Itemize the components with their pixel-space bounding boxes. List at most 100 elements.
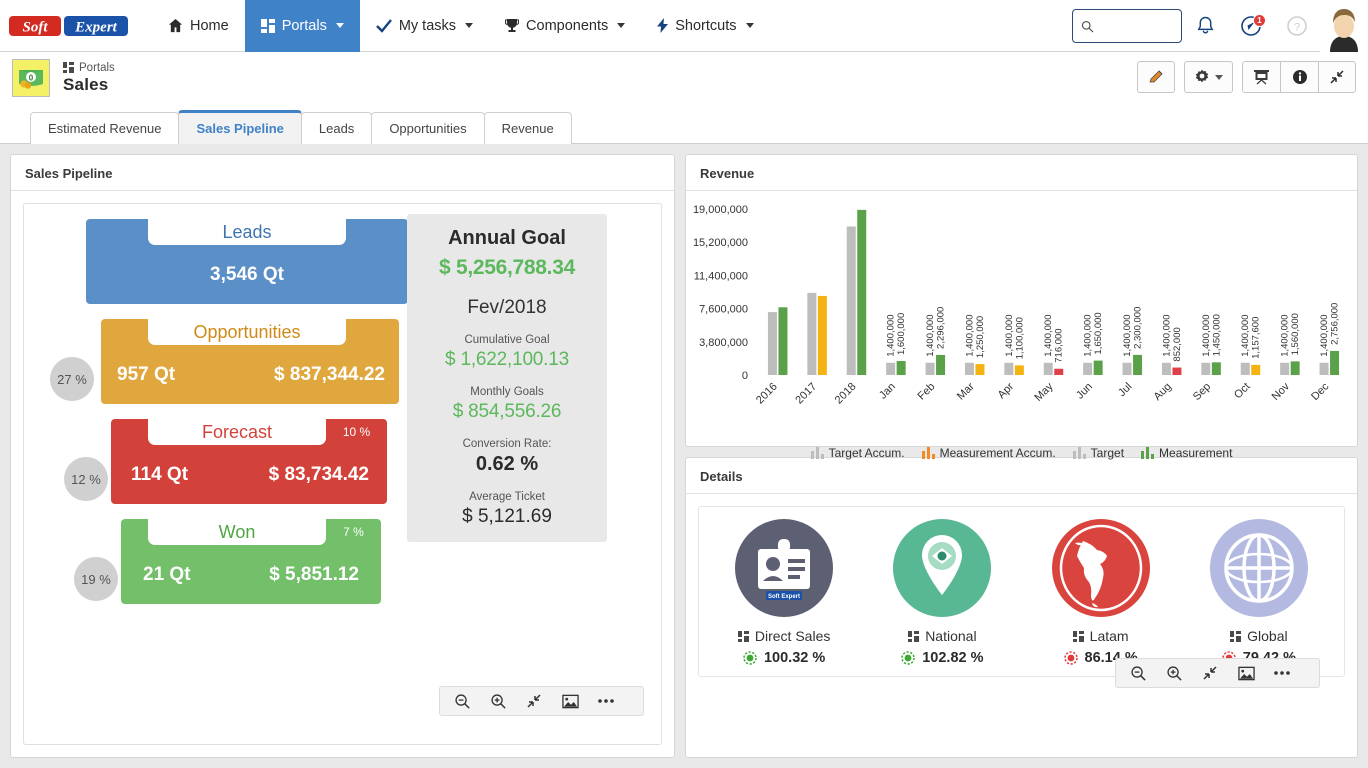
bar-group[interactable]: 1,400,0001,250,000 — [964, 315, 986, 375]
nav-item-home[interactable]: Home — [152, 0, 245, 52]
cumulative-goal-value: $ 1,622,100.13 — [413, 349, 601, 371]
info-button[interactable] — [1280, 61, 1318, 93]
y-axis-tick: 11,400,000 — [694, 270, 748, 282]
details-chart-toolbar — [1115, 658, 1320, 688]
detail-name-row: National — [863, 628, 1021, 644]
x-axis-tick: Sep — [1191, 381, 1213, 403]
funnel-stage-won[interactable]: Won 7 % 21 Qt $ 5,851.12 19 % — [24, 519, 412, 619]
notification-badge: 1 — [1253, 14, 1266, 27]
more-options-button[interactable] — [1264, 659, 1300, 687]
bar-group[interactable]: 1,400,0002,756,000 — [1319, 303, 1341, 375]
bar-label-target: 1,400,000 — [1004, 315, 1015, 357]
bars-icon — [1141, 447, 1154, 459]
id-card-icon: Soft Expert — [728, 519, 840, 617]
softexpert-logo[interactable]: Soft Expert — [8, 13, 130, 39]
zoom-in-button[interactable] — [480, 687, 516, 715]
avatar[interactable] — [1320, 0, 1368, 52]
funnel-stage-forecast[interactable]: Forecast 10 % 114 Qt $ 83,734.42 12 % — [24, 419, 412, 519]
search-input[interactable] — [1094, 19, 1173, 34]
bar-group[interactable]: 1,400,0002,296,000 — [925, 307, 947, 375]
notifications-button[interactable] — [1182, 16, 1228, 37]
collapse-chart-button[interactable] — [1192, 659, 1228, 687]
nav-item-shortcuts[interactable]: Shortcuts — [641, 0, 769, 52]
bar-group[interactable] — [768, 307, 788, 375]
bar-label-target: 1,400,000 — [1161, 315, 1172, 357]
detail-item-latam[interactable]: Latam 86.14 % — [1022, 519, 1180, 666]
image-icon — [562, 694, 579, 709]
bar-group[interactable]: 1,400,0001,157,600 — [1240, 315, 1262, 375]
bar-measurement — [1212, 362, 1221, 375]
zoom-out-button[interactable] — [1120, 659, 1156, 687]
bar-group[interactable] — [807, 293, 827, 375]
nav-item-portals[interactable]: Portals — [245, 0, 360, 52]
bar-label-target: 1,400,000 — [964, 315, 975, 357]
bar-group[interactable] — [847, 210, 867, 375]
latam-globe-icon — [1045, 519, 1157, 617]
bar-group[interactable]: 1,400,000716,000 — [1043, 315, 1065, 375]
search-box[interactable] — [1072, 9, 1182, 43]
legend-target[interactable]: Target — [1073, 446, 1124, 460]
bar-group[interactable]: 1,400,0001,100,000 — [1004, 315, 1026, 375]
stage-qty-leads: 3,546 Qt — [210, 264, 284, 286]
export-image-button[interactable] — [552, 687, 588, 715]
revenue-chart[interactable]: 03,800,0007,600,00011,400,00015,200,0001… — [686, 191, 1357, 431]
bar-label-measurement: 1,450,000 — [1211, 314, 1222, 356]
settings-button[interactable] — [1184, 61, 1233, 93]
page-header-toolbar — [1137, 61, 1356, 93]
legend-measurement-accum[interactable]: Measurement Accum. — [922, 446, 1056, 460]
bar-label-measurement: 2,756,000 — [1330, 303, 1341, 345]
bar-group[interactable]: 1,400,0001,560,000 — [1280, 313, 1302, 375]
detail-item-national[interactable]: National 102.82 % — [863, 519, 1021, 666]
nav-item-home-label: Home — [190, 18, 229, 34]
tab-opportunities[interactable]: Opportunities — [371, 112, 484, 144]
y-axis-tick: 19,000,000 — [693, 204, 748, 216]
edit-button[interactable] — [1137, 61, 1175, 93]
nav-item-components-label: Components — [526, 18, 608, 34]
detail-item-direct-sales[interactable]: Soft Expert Direct Sales 100.32 % — [705, 519, 863, 666]
stage-qty-forecast: 114 Qt — [131, 464, 188, 486]
bar-group[interactable]: 1,400,000852,000 — [1161, 315, 1183, 375]
chevron-down-icon — [1215, 75, 1223, 80]
legend-target-accum[interactable]: Target Accum. — [811, 446, 905, 460]
collapse-button[interactable] — [1318, 61, 1356, 93]
legend-measurement[interactable]: Measurement — [1141, 446, 1232, 460]
bar-target — [886, 363, 895, 375]
tab-label: Estimated Revenue — [48, 121, 161, 136]
tab-estimated-revenue[interactable]: Estimated Revenue — [30, 112, 179, 144]
bar-measurement — [1094, 361, 1103, 375]
bar-group[interactable]: 1,400,0001,650,000 — [1083, 312, 1105, 375]
breadcrumb[interactable]: Portals — [63, 62, 115, 74]
nav-item-components[interactable]: Components — [489, 0, 641, 52]
nav-item-my-tasks[interactable]: My tasks — [360, 0, 489, 52]
zoom-in-button[interactable] — [1156, 659, 1192, 687]
more-options-button[interactable] — [588, 687, 624, 715]
funnel-stage-leads[interactable]: Leads 3,546 Qt — [24, 219, 412, 319]
export-image-button[interactable] — [1228, 659, 1264, 687]
collapse-chart-button[interactable] — [516, 687, 552, 715]
bar-group[interactable]: 1,400,0002,300,000 — [1122, 307, 1144, 375]
detail-item-global[interactable]: Global 79.42 % — [1180, 519, 1338, 666]
help-button[interactable]: ? — [1274, 15, 1320, 37]
svg-text:?: ? — [1294, 22, 1300, 34]
more-icon — [1273, 670, 1291, 676]
tab-revenue[interactable]: Revenue — [484, 112, 572, 144]
grid-icon — [261, 19, 275, 33]
page-icon-money: 0 — [12, 59, 50, 97]
conversion-rate-value: 0.62 % — [413, 453, 601, 476]
average-ticket-value: $ 5,121.69 — [413, 506, 601, 528]
tab-label: Opportunities — [389, 121, 466, 136]
zoom-out-button[interactable] — [444, 687, 480, 715]
bar-group[interactable]: 1,400,0001,450,000 — [1201, 314, 1223, 375]
presentation-button[interactable] — [1242, 61, 1280, 93]
funnel-stage-opportunities[interactable]: Opportunities 957 Qt $ 837,344.22 27 % — [24, 319, 412, 419]
tab-leads[interactable]: Leads — [301, 112, 372, 144]
pencil-icon — [1148, 69, 1164, 85]
y-axis-tick: 0 — [742, 370, 748, 382]
bar-group[interactable]: 1,400,0001,600,000 — [886, 313, 908, 375]
tab-sales-pipeline[interactable]: Sales Pipeline — [178, 110, 301, 144]
sales-pipeline-panel: Sales Pipeline Leads 3,546 Qt — [10, 154, 675, 758]
x-axis-tick: Feb — [916, 381, 938, 403]
alerts-button[interactable]: 1 — [1228, 15, 1274, 37]
tab-bar: Estimated Revenue Sales Pipeline Leads O… — [0, 104, 1368, 144]
chevron-down-icon — [465, 23, 473, 28]
